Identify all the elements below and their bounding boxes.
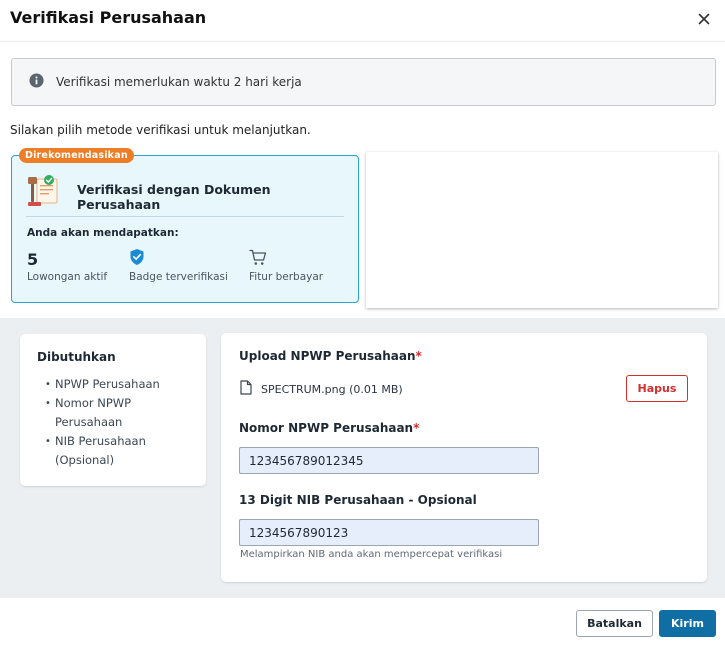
benefit-verified-badge: Badge terverifikasi xyxy=(129,248,228,283)
requirements-card: Dibutuhkan NPWP Perusahaan Nomor NPWP Pe… xyxy=(20,334,206,486)
list-item: NIB Perusahaan (Opsional) xyxy=(45,432,195,470)
benefit-label: Fitur berbayar xyxy=(249,271,324,283)
benefits-heading: Anda akan mendapatkan: xyxy=(27,227,179,239)
npwp-label: Nomor NPWP Perusahaan* xyxy=(239,421,419,435)
recommended-badge: Direkomendasikan xyxy=(19,148,134,163)
cancel-button[interactable]: Batalkan xyxy=(576,610,653,637)
list-item: Nomor NPWP Perusahaan xyxy=(45,394,195,432)
file-icon xyxy=(240,380,252,399)
npwp-number-input[interactable] xyxy=(239,447,539,474)
form-card: Upload NPWP Perusahaan* SPECTRUM.png (0.… xyxy=(221,333,707,582)
benefit-label: Badge terverifikasi xyxy=(129,271,228,283)
cart-icon xyxy=(249,249,267,270)
upload-label-text: Upload NPWP Perusahaan xyxy=(239,349,416,363)
delete-file-button[interactable]: Hapus xyxy=(626,375,688,402)
file-name: SPECTRUM.png (0.01 MB) xyxy=(261,383,403,396)
submit-button[interactable]: Kirim xyxy=(659,610,716,637)
requirements-list: NPWP Perusahaan Nomor NPWP Perusahaan NI… xyxy=(45,375,195,470)
method-title: Verifikasi dengan Dokumen Perusahaan xyxy=(77,182,271,212)
info-icon xyxy=(29,72,44,92)
upload-label: Upload NPWP Perusahaan* xyxy=(239,349,422,363)
dialog-footer: Batalkan Kirim xyxy=(0,598,725,646)
npwp-label-text: Nomor NPWP Perusahaan xyxy=(239,421,414,435)
required-mark: * xyxy=(415,349,422,363)
dialog-title: Verifikasi Perusahaan xyxy=(10,8,207,27)
dialog-header: Verifikasi Perusahaan xyxy=(0,0,725,42)
nib-label: 13 Digit NIB Perusahaan - Opsional xyxy=(239,493,477,507)
shield-check-icon xyxy=(129,248,145,270)
info-banner: Verifikasi memerlukan waktu 2 hari kerja xyxy=(11,58,716,106)
benefit-label: Lowongan aktif xyxy=(27,271,108,283)
requirements-title: Dibutuhkan xyxy=(37,350,116,364)
benefit-paid-features: Fitur berbayar xyxy=(249,248,323,283)
nib-number-input[interactable] xyxy=(239,519,539,546)
method-card-alternative[interactable] xyxy=(366,152,718,308)
document-verify-icon xyxy=(28,173,62,209)
required-mark: * xyxy=(413,421,420,435)
benefit-value: 5 xyxy=(27,249,39,269)
method-card-document[interactable]: Verifikasi dengan Dokumen Perusahaan And… xyxy=(11,155,359,303)
instruction-text: Silakan pilih metode verifikasi untuk me… xyxy=(10,123,311,137)
close-icon[interactable] xyxy=(693,8,715,30)
list-item: NPWP Perusahaan xyxy=(45,375,195,394)
card-divider xyxy=(26,216,344,217)
uploaded-file: SPECTRUM.png (0.01 MB) xyxy=(240,380,403,399)
nib-helper-text: Melampirkan NIB anda akan mempercepat ve… xyxy=(240,549,503,560)
info-text: Verifikasi memerlukan waktu 2 hari kerja xyxy=(56,75,302,89)
benefit-active-jobs: 5 Lowongan aktif xyxy=(27,248,108,284)
